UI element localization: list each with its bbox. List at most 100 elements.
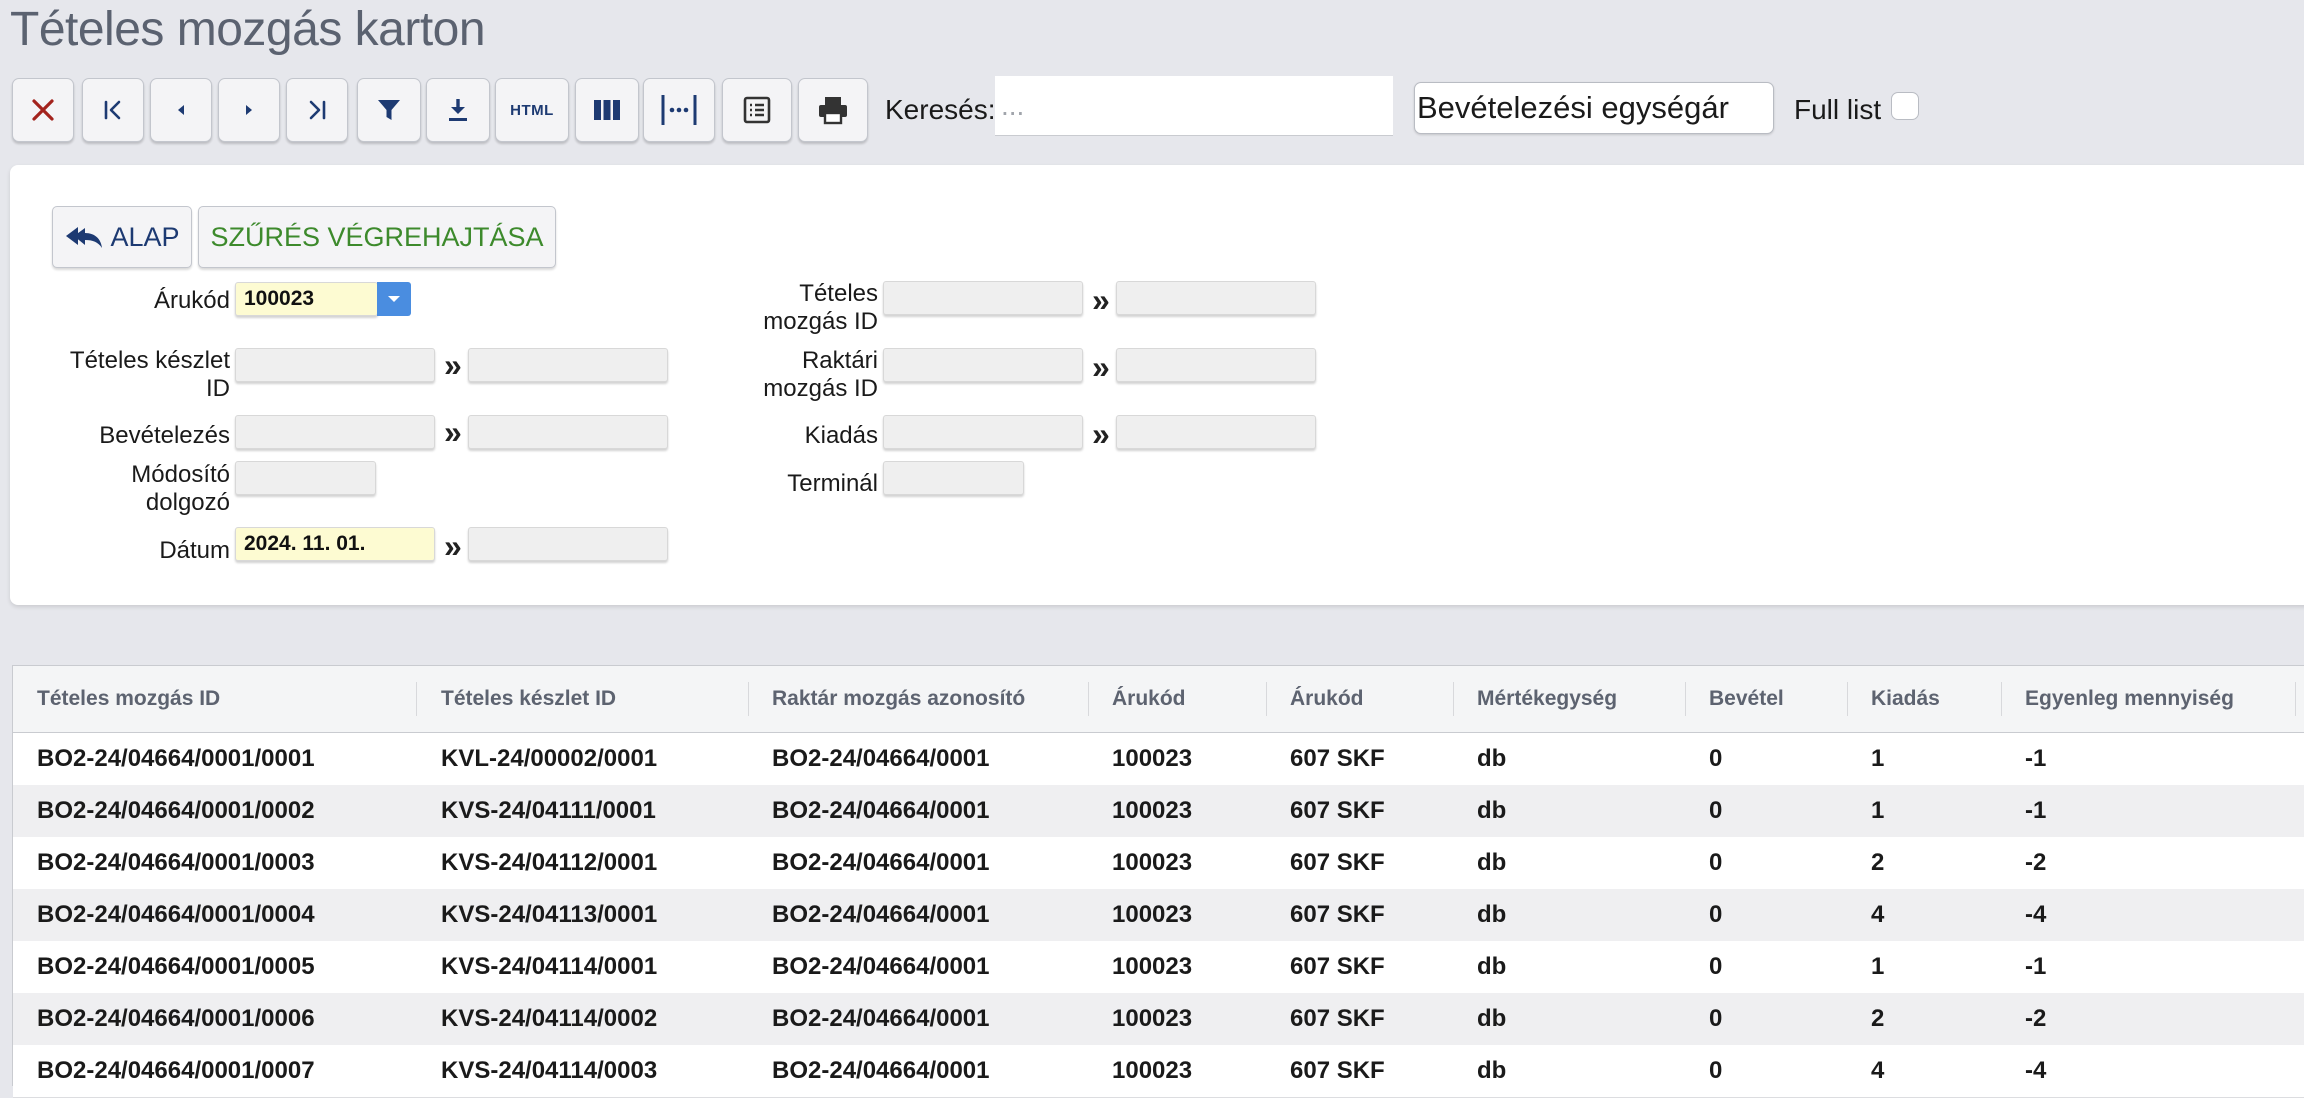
table-cell: 100023 [1112,849,1193,876]
price-type-select[interactable]: Bevételezési egységár [1414,82,1774,134]
close-icon [32,99,54,121]
first-page-icon [104,100,121,120]
bevetelezes-from-input[interactable] [235,415,435,449]
next-button[interactable] [218,78,280,142]
table-cell: KVS-24/04114/0001 [441,953,658,980]
table-cell: 100023 [1112,745,1193,772]
table-cell: db [1477,901,1507,928]
table-cell: 100023 [1112,1057,1193,1084]
table-cell: BO2-24/04664/0001 [772,1005,990,1032]
filter-icon [378,100,400,120]
kiadas-to-input[interactable] [1116,415,1316,449]
column-separator[interactable] [1088,682,1089,716]
column-header[interactable]: Raktár mozgás azonosító [772,666,1025,732]
download-icon [449,99,467,121]
table-cell: -1 [2025,797,2047,824]
column-header[interactable]: Mértékegység [1477,666,1617,732]
range-arrow: » [444,347,462,383]
close-button[interactable] [12,78,74,142]
bevetelezes-to-input[interactable] [468,415,668,449]
arukod-dropdown-button[interactable] [377,282,411,316]
first-page-button[interactable] [82,78,144,142]
search-input[interactable] [995,76,1393,136]
column-separator[interactable] [748,682,749,716]
table-cell: KVS-24/04113/0001 [441,901,658,928]
table-cell: BO2-24/04664/0001/0001 [37,745,315,772]
html-export-label: HTML [510,101,554,119]
html-export-button[interactable]: HTML [495,78,569,142]
apply-filter-button[interactable]: SZŰRÉS VÉGREHAJTÁSA [198,206,556,268]
table-cell: BO2-24/04664/0001 [772,901,990,928]
datum-from-input[interactable]: 2024. 11. 01. [235,527,435,561]
table-row[interactable]: BO2-24/04664/0001/0005 KVS-24/04114/0001 B… [13,941,2304,994]
details-button[interactable] [722,78,792,142]
column-separator[interactable] [2295,682,2296,716]
grid-header: Tételes mozgás ID Tételes készlet ID Rak… [13,666,2304,734]
table-row[interactable]: BO2-24/04664/0001/0002 KVS-24/04111/0001 B… [13,785,2304,838]
column-width-icon [661,95,697,125]
column-header[interactable]: Bevétel [1709,666,1784,732]
page-title: Tételes mozgás karton [10,3,486,56]
modosito-dolgozo-input[interactable] [235,461,376,495]
teteles-keszlet-from-input[interactable] [235,348,435,382]
raktari-mozgas-from-input[interactable] [883,348,1083,382]
terminal-label: Terminál [787,470,878,497]
column-separator[interactable] [1685,682,1686,716]
table-row[interactable]: BO2-24/04664/0001/0003 KVS-24/04112/0001 B… [13,837,2304,890]
range-arrow: » [444,528,462,564]
columns-button[interactable] [575,78,639,142]
teteles-mozgas-from-input[interactable] [883,281,1083,315]
teteles-mozgas-to-input[interactable] [1116,281,1316,315]
table-cell: KVS-24/04111/0001 [441,797,656,824]
column-separator[interactable] [1453,682,1454,716]
kiadas-from-input[interactable] [883,415,1083,449]
table-cell: -2 [2025,849,2047,876]
download-button[interactable] [426,78,490,142]
full-list-label: Full list [1794,94,1882,125]
column-header[interactable]: Tételes mozgás ID [37,666,220,732]
table-cell: 100023 [1112,953,1193,980]
table-row[interactable]: BO2-24/04664/0001/0006 KVS-24/04114/0002 B… [13,993,2304,1046]
column-header[interactable]: Tételes készlet ID [441,666,616,732]
column-separator[interactable] [416,682,417,716]
column-header[interactable]: Egyenleg mennyiség [2025,666,2234,732]
last-page-button[interactable] [286,78,348,142]
table-cell: BO2-24/04664/0001 [772,745,990,772]
range-arrow: » [1092,282,1110,318]
terminal-input[interactable] [883,461,1024,495]
reply-all-icon [66,227,103,248]
teteles-keszlet-to-input[interactable] [468,348,668,382]
table-cell: -1 [2025,745,2047,772]
search-label: Keresés: [885,94,996,125]
table-cell: 607 SKF [1290,745,1385,772]
prev-icon [178,105,184,115]
column-separator[interactable] [1266,682,1267,716]
arukod-input[interactable]: 100023 [235,282,378,316]
column-header[interactable]: Árukód [1290,666,1364,732]
table-cell: BO2-24/04664/0001/0004 [37,901,315,928]
teteles-keszlet-label: Tételes készlet ID [69,347,230,402]
column-separator[interactable] [1847,682,1848,716]
table-cell: 0 [1709,1005,1723,1032]
filter-button[interactable] [357,78,421,142]
prev-button[interactable] [150,78,212,142]
column-width-button[interactable] [643,78,715,142]
data-grid: Tételes mozgás ID Tételes készlet ID Rak… [12,665,2304,1098]
modosito-dolgozo-label: Módosító dolgozó [131,461,230,516]
column-header[interactable]: Árukód [1112,666,1186,732]
raktari-mozgas-to-input[interactable] [1116,348,1316,382]
print-button[interactable] [798,78,868,142]
alap-button[interactable]: ALAP [52,206,192,268]
datum-to-input[interactable] [468,527,668,561]
column-header[interactable]: Kiadás [1871,666,1940,732]
full-list-checkbox[interactable] [1891,92,1919,120]
table-row[interactable]: BO2-24/04664/0001/0004 KVS-24/04113/0001 B… [13,889,2304,942]
table-cell: BO2-24/04664/0001 [772,849,990,876]
table-cell: db [1477,1005,1507,1032]
last-page-icon [309,100,326,120]
table-row[interactable]: BO2-24/04664/0001/0001 KVL-24/00002/0001 B… [13,733,2304,786]
table-cell: 2 [1871,849,1885,876]
table-cell: 4 [1871,901,1885,928]
column-separator[interactable] [2001,682,2002,716]
table-cell: BO2-24/04664/0001 [772,1057,990,1084]
